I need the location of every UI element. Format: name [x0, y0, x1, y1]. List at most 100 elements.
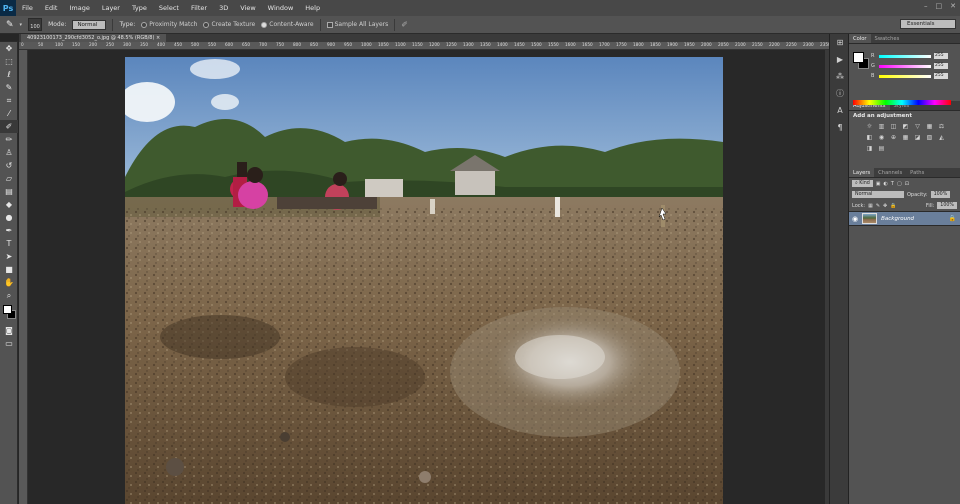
green-slider-bar[interactable] — [879, 64, 931, 68]
document-tab[interactable]: 40923100173_290cfd3052_o.jpg @ 48.5% (RG… — [21, 34, 167, 42]
vibrance-icon[interactable]: ▽ — [913, 123, 922, 131]
path-selection-tool-icon[interactable]: ➤ — [0, 250, 18, 263]
levels-icon[interactable]: ▥ — [877, 123, 886, 131]
brush-tool-icon[interactable]: ✏ — [0, 133, 18, 146]
foreground-color-swatch[interactable] — [3, 305, 12, 314]
blue-slider[interactable]: B 255 — [871, 72, 948, 80]
tab-color[interactable]: Color — [849, 34, 871, 43]
menu-window[interactable]: Window — [262, 4, 300, 12]
info-icon[interactable]: ⓘ — [830, 85, 850, 102]
actions-icon[interactable]: ▶ — [830, 51, 850, 68]
menu-type[interactable]: Type — [126, 4, 153, 12]
sample-all-layers-checkbox[interactable]: Sample All Layers — [326, 21, 388, 28]
lasso-tool-icon[interactable]: ℓ — [0, 68, 18, 81]
workspace-select[interactable]: Essentials — [900, 19, 956, 29]
filter-type-icon[interactable]: T — [891, 181, 894, 187]
close-button[interactable]: ✕ — [950, 2, 956, 10]
pen-tool-icon[interactable]: ✒ — [0, 224, 18, 237]
filter-adjustment-icon[interactable]: ◐ — [884, 181, 888, 187]
type-proximity-match[interactable]: Proximity Match — [141, 21, 197, 28]
pressure-size-icon[interactable]: ✐ — [401, 20, 408, 29]
spot-healing-brush-icon[interactable]: ✎ — [6, 20, 14, 30]
tab-swatches[interactable]: Swatches — [871, 34, 904, 43]
menu-help[interactable]: Help — [299, 4, 326, 12]
brightness-icon[interactable]: ☼ — [865, 123, 874, 131]
screen-mode-icon[interactable]: ▭ — [0, 337, 18, 350]
move-tool-icon[interactable]: ✥ — [0, 42, 18, 55]
quick-selection-tool-icon[interactable]: ✎ — [0, 81, 18, 94]
curves-icon[interactable]: ◫ — [889, 123, 898, 131]
blur-tool-icon[interactable]: ◆ — [0, 198, 18, 211]
red-slider-bar[interactable] — [879, 54, 931, 58]
exposure-icon[interactable]: ◩ — [901, 123, 910, 131]
posterize-icon[interactable]: ▧ — [925, 134, 934, 142]
lock-all-icon[interactable]: 🔒 — [890, 203, 896, 209]
red-slider[interactable]: R 255 — [871, 52, 948, 60]
channel-mixer-icon[interactable]: ⊕ — [889, 134, 898, 142]
photo-image[interactable] — [125, 57, 723, 504]
menu-select[interactable]: Select — [153, 4, 185, 12]
green-slider[interactable]: G 255 — [871, 62, 948, 70]
blend-mode-select[interactable]: Normal — [852, 191, 904, 198]
close-tab-icon[interactable]: × — [156, 35, 160, 41]
canvas-area[interactable] — [28, 50, 825, 504]
filter-shape-icon[interactable]: ▢ — [897, 181, 902, 187]
type-create-texture[interactable]: Create Texture — [203, 21, 255, 28]
type-content-aware[interactable]: Content-Aware — [261, 21, 314, 28]
menu-view[interactable]: View — [234, 4, 261, 12]
green-value-field[interactable]: 255 — [934, 63, 948, 69]
opacity-field[interactable]: 100% — [930, 191, 951, 198]
blue-value-field[interactable]: 255 — [934, 73, 948, 79]
panel-foreground-color[interactable] — [853, 52, 864, 63]
lock-pixels-icon[interactable]: ▦ — [868, 203, 873, 209]
photo-filter-icon[interactable]: ◉ — [877, 134, 886, 142]
menu-filter[interactable]: Filter — [185, 4, 213, 12]
paragraph-icon[interactable]: ¶ — [830, 119, 850, 136]
tab-layers[interactable]: Layers — [849, 168, 875, 177]
mode-select[interactable]: Normal — [72, 19, 107, 30]
gradient-map-icon[interactable]: ▤ — [877, 145, 886, 153]
dodge-tool-icon[interactable]: ● — [0, 211, 18, 224]
layer-row[interactable]: ◉ Background 🔒 — [849, 211, 960, 226]
menu-edit[interactable]: Edit — [39, 4, 64, 12]
tab-paths[interactable]: Paths — [906, 168, 928, 177]
gradient-tool-icon[interactable]: ▤ — [0, 185, 18, 198]
marquee-tool-icon[interactable]: ⬚ — [0, 55, 18, 68]
menu-3d[interactable]: 3D — [213, 4, 234, 12]
quick-mask-icon[interactable]: ◙ — [0, 324, 18, 337]
character-icon[interactable]: A — [830, 102, 850, 119]
color-spectrum[interactable] — [853, 100, 951, 105]
layer-filter-select[interactable]: ⌕ Kind — [852, 180, 873, 187]
brush-presets-icon[interactable]: ⁂ — [830, 68, 850, 85]
history-brush-tool-icon[interactable]: ↺ — [0, 159, 18, 172]
selective-color-icon[interactable]: ◨ — [865, 145, 874, 153]
shape-tool-icon[interactable]: ■ — [0, 263, 18, 276]
crop-tool-icon[interactable]: ⌗ — [0, 94, 18, 107]
filter-smart-object-icon[interactable]: ⊡ — [905, 181, 909, 187]
filter-pixel-icon[interactable]: ▣ — [876, 181, 881, 187]
type-tool-icon[interactable]: T — [0, 237, 18, 250]
brush-size-picker[interactable]: 100 — [28, 18, 43, 31]
eyedropper-tool-icon[interactable]: ⁄ — [0, 107, 18, 120]
minimize-button[interactable]: – — [924, 2, 928, 10]
eye-icon[interactable]: ◉ — [852, 215, 858, 223]
lock-position-icon[interactable]: ✥ — [883, 203, 887, 209]
tool-preset-chevron-icon[interactable]: ▾ — [20, 22, 23, 28]
spot-healing-brush-tool-icon[interactable]: ✐ — [0, 120, 18, 133]
color-lookup-icon[interactable]: ▦ — [901, 134, 910, 142]
menu-layer[interactable]: Layer — [96, 4, 126, 12]
hand-tool-icon[interactable]: ✋ — [0, 276, 18, 289]
color-balance-icon[interactable]: ⚖ — [937, 123, 946, 131]
eraser-tool-icon[interactable]: ▱ — [0, 172, 18, 185]
color-swatches[interactable] — [0, 302, 17, 324]
menu-file[interactable]: File — [16, 4, 39, 12]
zoom-tool-icon[interactable]: ⌕ — [0, 289, 18, 302]
black-white-icon[interactable]: ◧ — [865, 134, 874, 142]
hue-saturation-icon[interactable]: ▦ — [925, 123, 934, 131]
threshold-icon[interactable]: ◭ — [937, 134, 946, 142]
tab-channels[interactable]: Channels — [874, 168, 906, 177]
blue-slider-bar[interactable] — [879, 74, 931, 78]
menu-image[interactable]: Image — [63, 4, 95, 12]
invert-icon[interactable]: ◪ — [913, 134, 922, 142]
history-icon[interactable]: ⊞ — [830, 34, 850, 51]
